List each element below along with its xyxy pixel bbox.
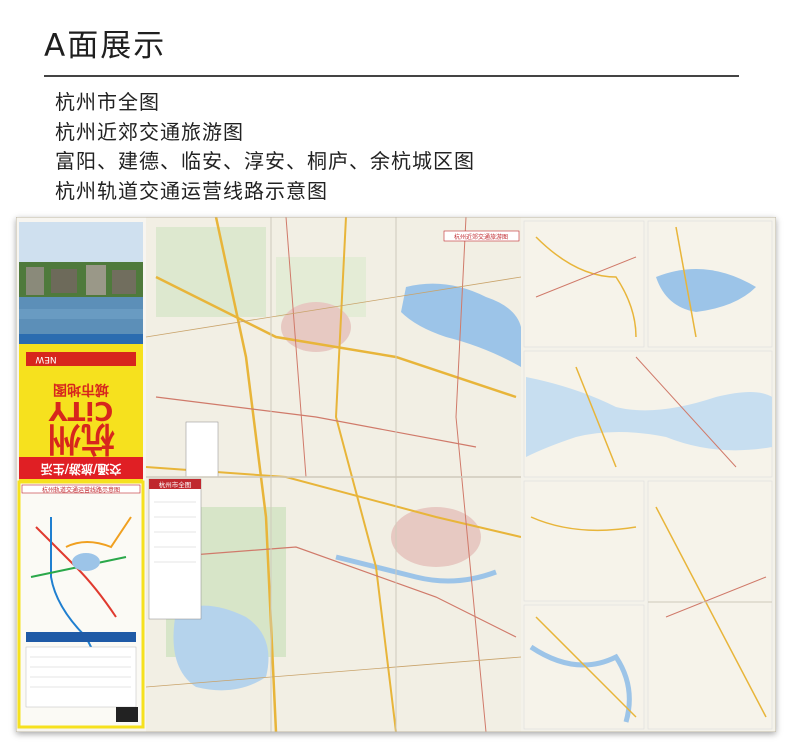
page-heading: A面展示: [44, 28, 167, 64]
cover-subtitle: 城市地图: [53, 381, 109, 398]
contents-item: 富阳、建德、临安、淳安、桐庐、余杭城区图: [55, 149, 475, 173]
map-sheet-photo: 杭州 CiTY 城市地图 NEW 交通/旅游/生活 杭州轨道交通运营线路示意图: [16, 217, 776, 732]
cover-badge: NEW: [35, 354, 56, 364]
contents-item: 杭州近郊交通旅游图: [55, 119, 244, 144]
main-map-label: 杭州市全图: [159, 480, 192, 489]
metro-panel-header: 杭州轨道交通运营线路示意图: [42, 486, 120, 494]
contents-item: 杭州轨道交通运营线路示意图: [55, 178, 328, 203]
contents-item: 杭州市全图: [55, 90, 160, 114]
map-cover-strip: 杭州 CiTY 城市地图 NEW 交通/旅游/生活 杭州轨道交通运营线路示意图: [16, 217, 146, 732]
suburb-map-label: 杭州近郊交通旅游图: [454, 233, 508, 241]
map-sheet-illustration: 杭州 CiTY 城市地图 NEW 交通/旅游/生活 杭州轨道交通运营线路示意图: [16, 217, 776, 732]
main-city-map: 杭州市全图 杭州近郊交通旅游图: [145, 217, 522, 732]
contents-list: 杭州市全图 杭州近郊交通旅游图 富阳、建德、临安、淳安、桐庐、余杭城区图 杭州轨…: [55, 88, 475, 206]
cover-series: 交通/旅游/生活: [41, 462, 122, 477]
cover-title-en: CiTY: [48, 395, 114, 425]
district-maps-grid: [521, 217, 776, 732]
heading-divider: [44, 75, 739, 77]
